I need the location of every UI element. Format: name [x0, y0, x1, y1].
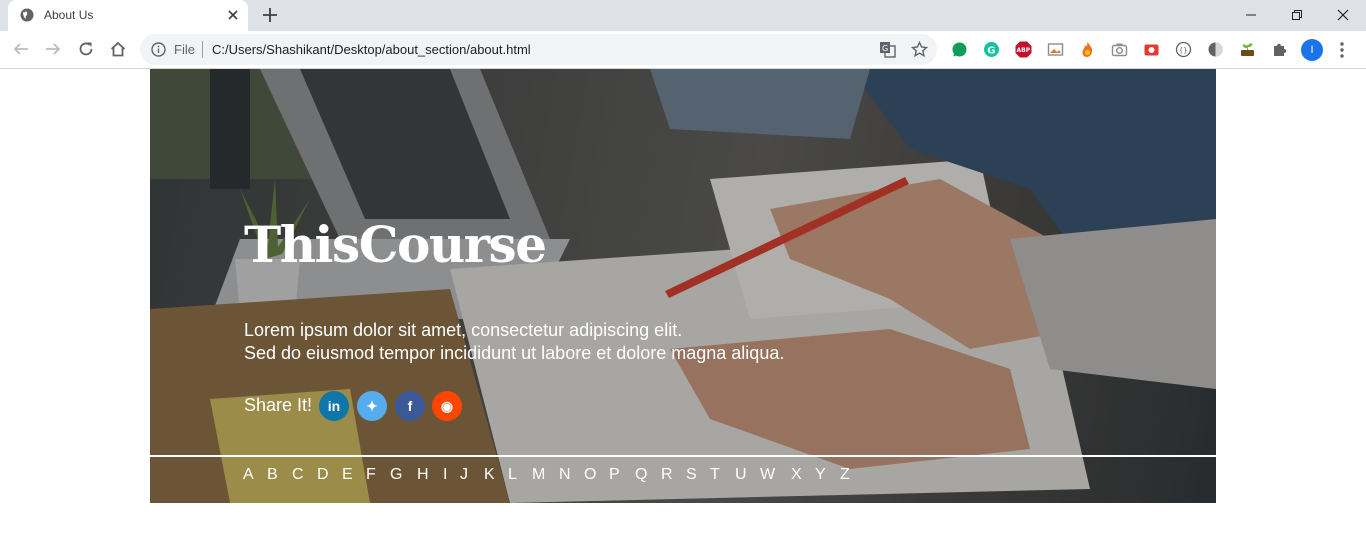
- back-icon[interactable]: [12, 40, 30, 58]
- alphabet-link-k[interactable]: K: [484, 466, 495, 484]
- tab-title: About Us: [44, 8, 94, 22]
- profile-avatar[interactable]: I: [1301, 39, 1323, 61]
- alphabet-link-n[interactable]: N: [559, 466, 571, 484]
- restore-icon: [1292, 10, 1302, 20]
- alphabet-link-m[interactable]: M: [532, 466, 545, 484]
- seedling-extension-icon[interactable]: [1239, 41, 1256, 58]
- screenshot-extension-icon[interactable]: [1143, 41, 1160, 58]
- home-icon[interactable]: [109, 40, 127, 58]
- svg-text:{}: {}: [1179, 47, 1187, 55]
- hero-section: ThisCourse Lorem ipsum dolor sit amet, c…: [150, 69, 1216, 503]
- restore-button[interactable]: [1274, 0, 1320, 28]
- alphabet-link-z[interactable]: Z: [840, 466, 850, 484]
- hero-description-line-2: Sed do eiusmod tempor incididunt ut labo…: [244, 343, 785, 363]
- facebook-icon: f: [407, 398, 413, 414]
- url-separator: [202, 41, 203, 58]
- camera-extension-icon[interactable]: [1111, 41, 1128, 58]
- svg-text:G: G: [882, 44, 888, 53]
- bookmark-star-icon[interactable]: [911, 41, 928, 58]
- hero-dark-overlay: [150, 69, 1216, 503]
- alphabet-link-i[interactable]: I: [443, 466, 447, 484]
- facebook-share-button[interactable]: f: [395, 391, 425, 421]
- alphabet-link-x[interactable]: X: [791, 466, 802, 484]
- more-menu-icon[interactable]: [1340, 41, 1344, 59]
- alphabet-link-w[interactable]: W: [760, 466, 775, 484]
- close-tab-icon[interactable]: [225, 7, 241, 23]
- url-scheme-label: File: [174, 42, 195, 57]
- alphabet-link-b[interactable]: B: [267, 466, 278, 484]
- puzzle-extensions-icon[interactable]: [1271, 41, 1288, 58]
- reddit-icon: ◉: [440, 398, 454, 414]
- tab-strip: About Us: [0, 0, 1366, 31]
- translate-icon[interactable]: G: [879, 41, 896, 58]
- address-bar[interactable]: File C:/Users/Shashikant/Desktop/about_s…: [140, 34, 937, 65]
- svg-text:G: G: [987, 46, 995, 57]
- reload-icon[interactable]: [77, 40, 95, 58]
- new-tab-icon[interactable]: [261, 6, 279, 24]
- globe-icon: [20, 8, 34, 22]
- linkedin-share-button[interactable]: in: [319, 391, 349, 421]
- hero-description-line-1: Lorem ipsum dolor sit amet, consectetur …: [244, 320, 683, 340]
- alphabet-link-f[interactable]: F: [366, 466, 376, 484]
- alphabet-link-a[interactable]: A: [243, 466, 254, 484]
- svg-text:ABP: ABP: [1017, 47, 1031, 54]
- forward-icon[interactable]: [44, 40, 62, 58]
- green-circle-extension-icon[interactable]: [951, 41, 968, 58]
- close-window-button[interactable]: [1320, 0, 1366, 28]
- close-icon: [1337, 9, 1349, 21]
- minimize-button[interactable]: [1228, 0, 1274, 28]
- alphabet-link-g[interactable]: G: [390, 466, 402, 484]
- info-icon[interactable]: [151, 42, 166, 57]
- alphabet-link-q[interactable]: Q: [635, 466, 647, 484]
- twitter-icon: ✦: [366, 398, 378, 414]
- fire-extension-icon[interactable]: [1079, 41, 1096, 58]
- alphabet-link-t[interactable]: T: [710, 466, 720, 484]
- alphabet-link-o[interactable]: O: [584, 466, 596, 484]
- minimize-icon: [1246, 14, 1256, 16]
- gallery-extension-icon[interactable]: [1047, 41, 1064, 58]
- code-extension-icon[interactable]: {}: [1175, 41, 1192, 58]
- hero-divider: [150, 455, 1216, 457]
- alphabet-link-y[interactable]: Y: [815, 466, 826, 484]
- alphabet-link-u[interactable]: U: [735, 466, 747, 484]
- browser-toolbar: File C:/Users/Shashikant/Desktop/about_s…: [0, 31, 1366, 69]
- alphabet-link-c[interactable]: C: [292, 466, 304, 484]
- alphabet-link-s[interactable]: S: [686, 466, 697, 484]
- dark-mode-extension-icon[interactable]: [1207, 41, 1224, 58]
- twitter-share-button[interactable]: ✦: [357, 391, 387, 421]
- reddit-share-button[interactable]: ◉: [432, 391, 462, 421]
- alphabet-link-r[interactable]: R: [661, 466, 673, 484]
- alphabet-link-e[interactable]: E: [342, 466, 353, 484]
- share-label: Share It!: [244, 395, 313, 415]
- alphabet-link-j[interactable]: J: [460, 466, 468, 484]
- hero-title: ThisCourse: [244, 215, 547, 274]
- alphabet-link-l[interactable]: L: [508, 466, 517, 484]
- alphabet-link-d[interactable]: D: [317, 466, 329, 484]
- linkedin-icon: in: [327, 398, 341, 414]
- active-tab[interactable]: About Us: [8, 0, 248, 31]
- hero-description: Lorem ipsum dolor sit amet, consectetur …: [244, 319, 784, 365]
- adblock-plus-extension-icon[interactable]: ABP: [1015, 41, 1032, 58]
- url-text[interactable]: C:/Users/Shashikant/Desktop/about_sectio…: [212, 42, 531, 57]
- alphabet-link-p[interactable]: P: [609, 466, 620, 484]
- alphabet-link-h[interactable]: H: [417, 466, 429, 484]
- grammarly-extension-icon[interactable]: G: [983, 41, 1000, 58]
